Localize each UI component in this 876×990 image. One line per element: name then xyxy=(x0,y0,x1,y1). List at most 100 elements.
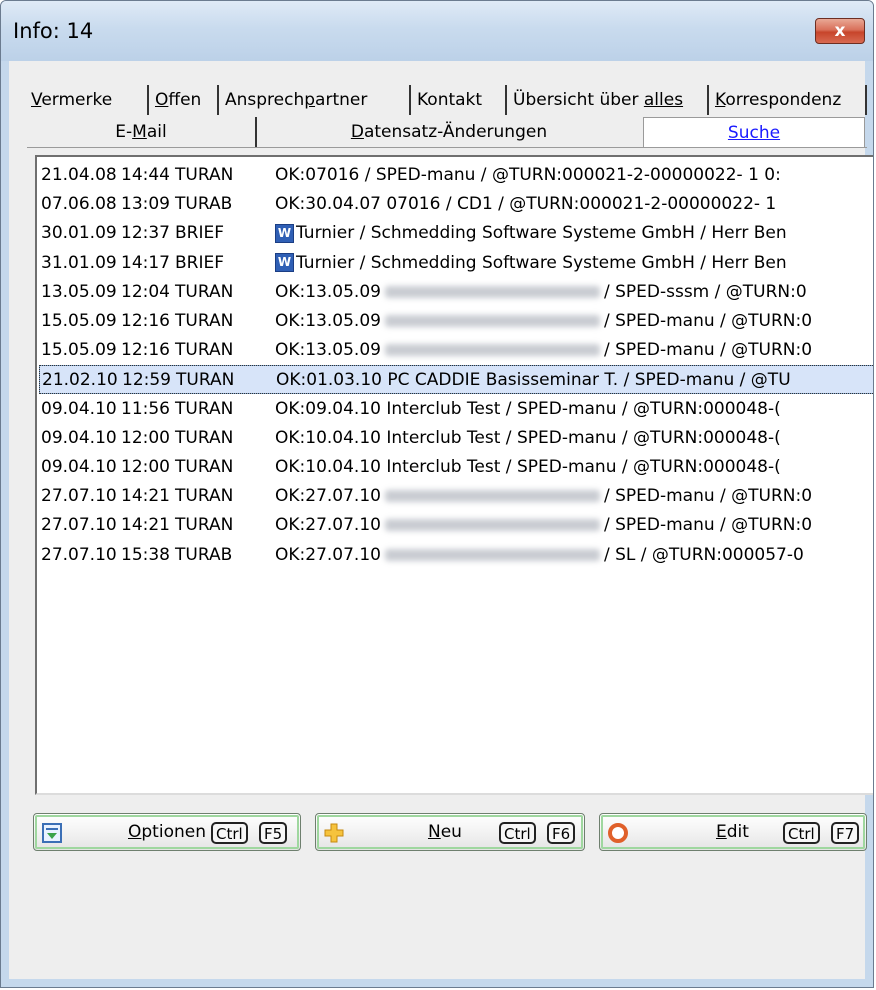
list-row[interactable]: 07.06.08 13:09 TURAB OK:30.04.07 07016 / CD… xyxy=(39,190,873,219)
optionen-label: Optionen xyxy=(128,822,206,842)
tab-mnemonic: K xyxy=(715,90,726,110)
row-text-value: OK:30.04.07 07016 / CD1 / @TURN:000021-2… xyxy=(275,194,777,215)
tab-suche[interactable]: Suche xyxy=(643,117,865,147)
row-time: 13:09 xyxy=(121,194,170,215)
row-date: 09.04.10 xyxy=(41,457,117,477)
list-row[interactable]: 27.07.10 14:21 TURAN OK:27.07.10 / SPED-manu… xyxy=(39,511,873,540)
row-time: 14:21 xyxy=(121,486,170,507)
tab-mnemonic: D xyxy=(350,122,364,142)
info-window: Info: 14 x Vermerke Offen Ansprechpartne… xyxy=(0,0,874,988)
row-text-tail: / SL / @TURN:000057-0 xyxy=(603,544,804,565)
row-time: 12:00 xyxy=(121,427,170,448)
list-row[interactable]: 27.07.10 14:21 TURAN OK:27.07.10 / SPED-manu… xyxy=(39,482,873,511)
row-type: TURAN xyxy=(175,311,234,331)
list-row[interactable]: 21.02.10 12:59 TURAN OK:01.03.10 PC CADDIE … xyxy=(39,365,873,395)
title-bar[interactable]: Info: 14 x xyxy=(1,1,873,61)
tab-label: orrespondenz xyxy=(725,90,842,110)
list-row[interactable]: 27.07.10 15:38 TURAB OK:27.07.10 / SL / @TUR… xyxy=(39,541,873,570)
row-text: OK:09.04.10 Interclub Test / SPED-manu /… xyxy=(275,395,781,424)
row-text: OK:07016 / SPED-manu / @TURN:000021-2-00… xyxy=(275,161,781,190)
f5-key-badge: F5 xyxy=(259,822,288,844)
row-time: 12:00 xyxy=(121,457,170,477)
tab-uebersicht[interactable]: Übersicht über alles xyxy=(509,85,709,115)
f7-key-badge: F7 xyxy=(831,822,860,844)
row-text-tail: / SPED-sssm / @TURN:0 xyxy=(603,281,807,302)
row-time: 12:16 xyxy=(121,340,170,361)
tab-vermerke[interactable]: Vermerke xyxy=(27,85,149,115)
row-text-value: OK:13.05.09 xyxy=(275,311,381,331)
row-text-tail: / SPED-manu / @TURN:0 xyxy=(603,515,813,536)
edit-button[interactable]: Edit Ctrl F7 xyxy=(599,813,867,851)
list-row[interactable]: 31.01.09 14:17 BRIEF W Turnier / Schmedding … xyxy=(39,249,873,278)
redacted-text xyxy=(384,315,600,327)
row-text: OK:01.03.10 PC CADDIE Basisseminar T. / … xyxy=(276,366,791,393)
row-text-tail: / SPED-manu / @TURN:0 xyxy=(603,486,813,507)
button-label: dit xyxy=(726,822,749,842)
close-icon: x xyxy=(834,21,846,41)
word-doc-icon: W xyxy=(275,223,294,243)
row-text-value: OK:27.07.10 xyxy=(275,515,381,536)
row-text: W Turnier / Schmedding Software Systeme G… xyxy=(275,219,787,248)
button-mnemonic: E xyxy=(716,822,727,842)
row-text: OK:30.04.07 07016 / CD1 / @TURN:000021-2… xyxy=(275,190,776,219)
optionen-button[interactable]: Optionen Ctrl F5 xyxy=(33,813,301,851)
list-row[interactable]: 30.01.09 12:37 BRIEF W Turnier / Schmedding … xyxy=(39,219,873,248)
tab-mnemonic: alles xyxy=(643,90,684,110)
list-row[interactable]: 15.05.09 12:16 TURAN OK:13.05.09 / SPED-manu… xyxy=(39,336,873,365)
row-type: TURAN xyxy=(175,340,234,361)
tab-label: Ansprech xyxy=(225,90,305,110)
neu-label: Neu xyxy=(428,822,462,842)
row-time: 14:44 xyxy=(121,165,170,185)
row-text: OK:10.04.10 Interclub Test / SPED-manu /… xyxy=(275,424,781,453)
row-text: OK:13.05.09 / SPED-manu / @TURN:0 xyxy=(275,307,812,336)
row-time: 15:38 xyxy=(121,544,170,565)
row-text-value: OK:07016 / SPED-manu / @TURN:000021-2-00… xyxy=(275,165,781,185)
row-time: 12:37 xyxy=(121,223,170,244)
list-row[interactable]: 09.04.10 11:56 TURAN OK:09.04.10 Interclub … xyxy=(39,395,873,424)
tab-mnemonic: p xyxy=(304,90,316,110)
list-row[interactable]: 21.04.08 14:44 TURAN OK:07016 / SPED-manu /… xyxy=(39,161,873,190)
row-text: OK:13.05.09 / SPED-manu / @TURN:0 xyxy=(275,336,812,365)
tab-kontakt[interactable]: Kontakt xyxy=(413,85,507,115)
ctrl-key-badge: Ctrl xyxy=(783,822,820,844)
row-time: 14:17 xyxy=(121,252,170,273)
options-icon xyxy=(42,823,62,843)
row-type: TURAN xyxy=(175,281,234,302)
row-type: TURAN xyxy=(175,486,234,507)
row-type: TURAB xyxy=(175,544,233,565)
close-button[interactable]: x xyxy=(815,18,865,44)
list-row[interactable]: 09.04.10 12:00 TURAN OK:10.04.10 Interclub … xyxy=(39,453,873,482)
button-mnemonic: N xyxy=(428,822,441,842)
list-row[interactable]: 13.05.09 12:04 TURAN OK:13.05.09 / SPED-sssm… xyxy=(39,278,873,307)
edit-circle-icon xyxy=(608,823,628,843)
row-type: TURAN xyxy=(175,398,234,419)
tab-email[interactable]: E-Mail xyxy=(27,117,257,147)
tab-offen[interactable]: Offen xyxy=(151,85,219,115)
row-date: 21.02.10 xyxy=(42,370,118,391)
row-text-value: OK:09.04.10 Interclub Test / SPED-manu /… xyxy=(275,398,781,419)
button-label: ptionen xyxy=(141,822,206,842)
tab-ansprechpartner[interactable]: Ansprechpartner xyxy=(221,85,411,115)
row-text-value: OK:13.05.09 xyxy=(275,281,381,302)
row-type: TURAN xyxy=(175,457,234,477)
tab-label: Kontakt xyxy=(417,90,483,110)
ctrl-key-badge: Ctrl xyxy=(211,822,248,844)
tab-mnemonic: V xyxy=(31,90,42,110)
row-date: 30.01.09 xyxy=(41,223,117,244)
row-type: BRIEF xyxy=(175,223,225,244)
row-date: 27.07.10 xyxy=(41,544,117,565)
row-text: OK:27.07.10 / SPED-manu / @TURN:0 xyxy=(275,511,812,540)
tab-korrespondenz[interactable]: Korrespondenz xyxy=(711,85,867,115)
row-date: 09.04.10 xyxy=(41,398,117,419)
row-text-value: OK:27.07.10 xyxy=(275,486,381,507)
tab-datensatz-aenderungen[interactable]: Datensatz-Änderungen xyxy=(259,117,639,147)
row-type: TURAN xyxy=(175,515,234,536)
neu-button[interactable]: Neu Ctrl F6 xyxy=(315,813,585,851)
tab-row-2: E-Mail Datensatz-Änderungen Suche xyxy=(27,117,867,148)
tab-label: E- xyxy=(115,122,133,142)
search-results-list[interactable]: 21.04.08 14:44 TURAN OK:07016 / SPED-manu /… xyxy=(35,155,873,795)
tab-mnemonic: M xyxy=(132,122,147,142)
list-row[interactable]: 09.04.10 12:00 TURAN OK:10.04.10 Interclub … xyxy=(39,424,873,453)
list-row[interactable]: 15.05.09 12:16 TURAN OK:13.05.09 / SPED-manu… xyxy=(39,307,873,336)
row-text-tail: / SPED-manu / @TURN:0 xyxy=(603,340,813,361)
